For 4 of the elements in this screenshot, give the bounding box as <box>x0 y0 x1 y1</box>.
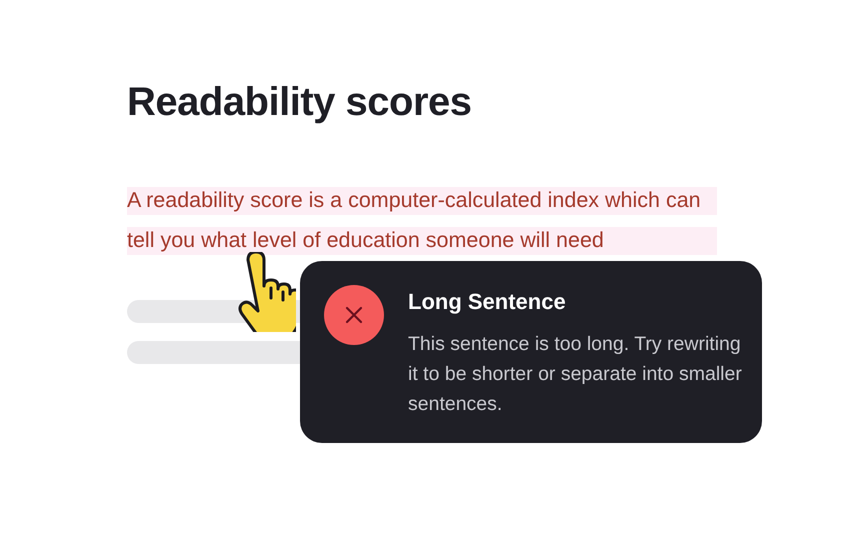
page-heading: Readability scores <box>127 79 472 126</box>
tooltip-title: Long Sentence <box>408 288 567 316</box>
tooltip-message: This sentence is too long. Try rewriting it to be shorter or separate into smaller sentences. <box>408 332 742 417</box>
close-icon <box>324 285 384 345</box>
